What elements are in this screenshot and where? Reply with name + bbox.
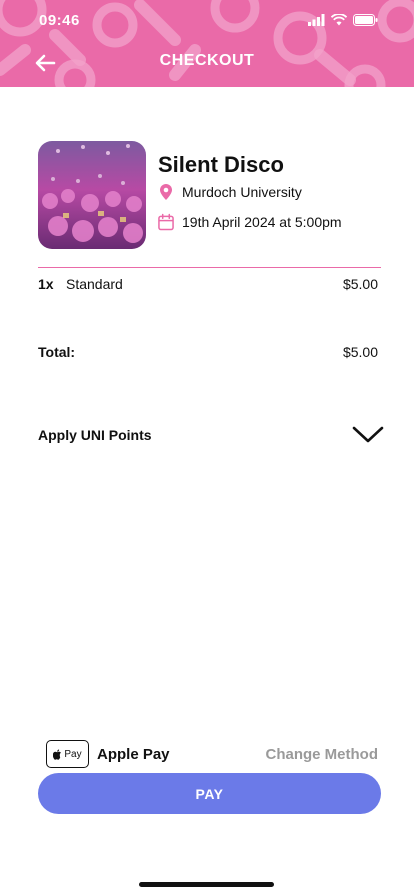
map-pin-icon — [158, 183, 174, 201]
apple-logo-icon — [53, 749, 62, 760]
order-line-item: 1x Standard $5.00 — [38, 276, 378, 292]
event-location-text: Murdoch University — [182, 184, 302, 200]
event-datetime-text: 19th April 2024 at 5:00pm — [182, 214, 342, 230]
event-location: Murdoch University — [158, 183, 302, 201]
divider — [38, 267, 381, 268]
event-image — [38, 141, 146, 249]
apple-pay-badge: Pay — [46, 740, 89, 768]
pay-button[interactable]: PAY — [38, 773, 381, 814]
apply-points-toggle[interactable]: Apply UNI Points — [38, 425, 384, 445]
event-title: Silent Disco — [158, 152, 284, 177]
payment-method-row: Pay Apple Pay Change Method — [46, 740, 378, 768]
signal-icon — [308, 14, 325, 26]
chevron-down-icon[interactable] — [352, 426, 384, 444]
apple-pay-badge-text: Pay — [64, 748, 82, 760]
page-title: CHECKOUT — [159, 52, 255, 69]
order-total: Total: $5.00 — [38, 344, 378, 360]
total-label: Total: — [38, 344, 76, 360]
apply-points-label: Apply UNI Points — [38, 427, 152, 443]
status-icons — [308, 14, 378, 26]
line-item-price: $5.00 — [342, 276, 378, 292]
status-time: 09:46 — [39, 12, 80, 29]
event-datetime: 19th April 2024 at 5:00pm — [158, 213, 342, 231]
header-bar: 09:46 CHECKOUT — [0, 0, 414, 87]
change-method-link[interactable]: Change Method — [266, 746, 379, 763]
line-item-name: Standard — [66, 276, 123, 292]
calendar-icon — [158, 213, 174, 231]
line-item-qty: 1x — [38, 276, 54, 292]
payment-method-name: Apple Pay — [97, 745, 170, 763]
home-indicator — [139, 882, 274, 887]
battery-icon — [353, 14, 378, 26]
wifi-icon — [331, 14, 347, 26]
total-value: $5.00 — [342, 344, 378, 360]
